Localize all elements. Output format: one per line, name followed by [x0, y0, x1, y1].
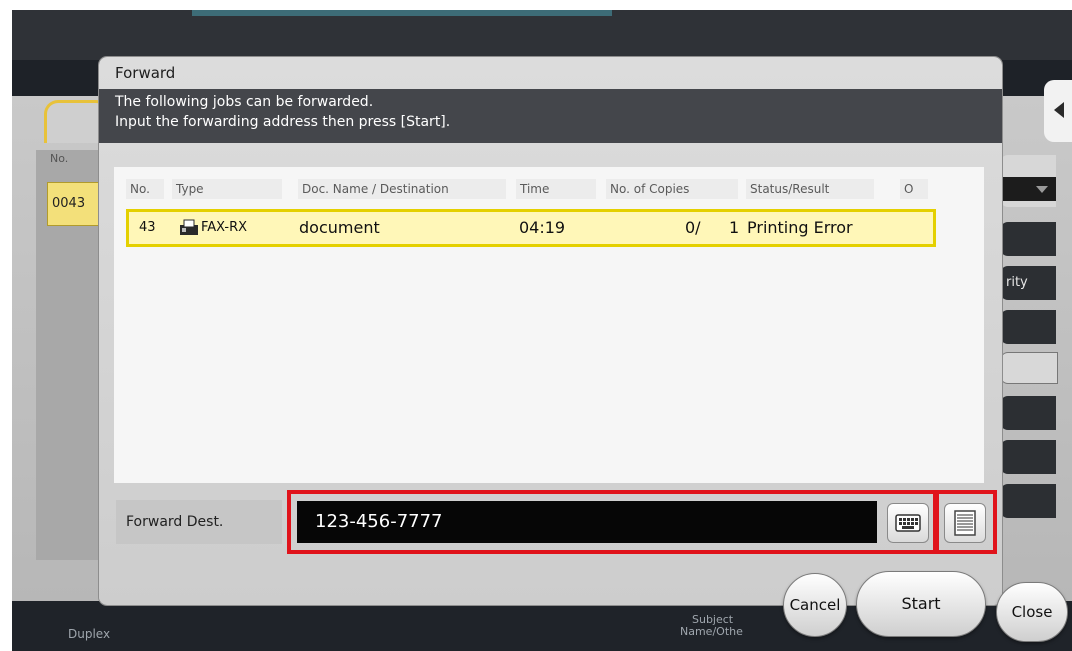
- forward-dest-input[interactable]: [297, 501, 877, 543]
- keyboard-button[interactable]: [887, 503, 929, 543]
- address-book-button[interactable]: [944, 503, 986, 543]
- background-button-1: [1000, 222, 1056, 256]
- close-button[interactable]: Close: [996, 582, 1068, 642]
- background-col-no: No.: [50, 152, 69, 165]
- chevron-down-icon: [1036, 186, 1048, 193]
- job-copies: 0/: [685, 218, 701, 237]
- background-button-4: [1000, 352, 1058, 384]
- forward-dest-label: Forward Dest.: [116, 500, 282, 544]
- job-copies-total: 1: [729, 218, 740, 237]
- column-header-type: Type: [172, 179, 282, 199]
- dialog-message-line1: The following jobs can be forwarded.: [115, 94, 374, 110]
- background-button-6: [1000, 440, 1056, 474]
- background-button-5: [1000, 396, 1056, 430]
- column-header-status: Status/Result: [746, 179, 874, 199]
- dialog-message-bar: The following jobs can be forwarded. Inp…: [99, 89, 1002, 143]
- job-list: No. Type Doc. Name / Destination Time No…: [114, 167, 984, 483]
- job-type: FAX-RX: [201, 220, 248, 235]
- footer-name-label: Name/Othe: [680, 625, 743, 638]
- job-status: Printing Error: [747, 218, 853, 237]
- address-book-icon: [954, 510, 976, 536]
- dialog-message-line2: Input the forwarding address then press …: [115, 114, 451, 130]
- column-header-no: No.: [126, 179, 164, 199]
- column-header-time: Time: [516, 179, 596, 199]
- top-band-accent: [192, 10, 612, 16]
- top-band: [12, 10, 1072, 60]
- background-button-2: rity: [1000, 266, 1056, 300]
- background-button-label: rity: [1006, 275, 1028, 290]
- forward-dialog: Forward The following jobs can be forwar…: [99, 57, 1002, 605]
- column-header-name: Doc. Name / Destination: [298, 179, 506, 199]
- side-panel-toggle[interactable]: [1044, 80, 1072, 142]
- column-header-copies: No. of Copies: [606, 179, 738, 199]
- job-row[interactable]: 43 FAX-RX document 04:19 0/ 1 Printing E…: [126, 209, 936, 247]
- background-button-7: [1000, 484, 1056, 518]
- background-job-row: 0043: [47, 182, 107, 226]
- cancel-button[interactable]: Cancel: [783, 573, 847, 637]
- column-header-o: O: [900, 179, 928, 199]
- background-select: [1000, 155, 1056, 207]
- dialog-title: Forward: [115, 64, 176, 82]
- arrow-left-icon: [1054, 102, 1064, 118]
- start-button[interactable]: Start: [856, 571, 986, 637]
- job-name: document: [299, 218, 380, 237]
- job-time: 04:19: [519, 218, 566, 237]
- footer-duplex-label: Duplex: [68, 627, 111, 641]
- job-no: 43: [139, 220, 156, 235]
- background-button-3: [1000, 310, 1056, 344]
- fax-icon: [180, 219, 198, 235]
- keyboard-icon: [895, 514, 921, 532]
